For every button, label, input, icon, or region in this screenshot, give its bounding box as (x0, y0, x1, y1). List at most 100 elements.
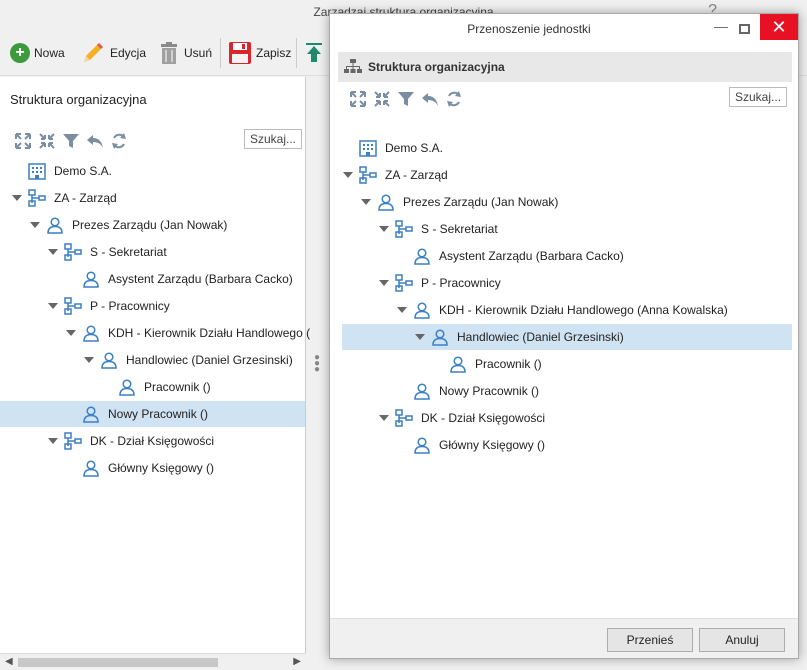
org-unit-icon (64, 297, 82, 315)
refresh-icon[interactable] (445, 90, 463, 108)
tree-node[interactable]: P - Pracownicy (342, 270, 792, 296)
expand-all-icon[interactable] (349, 90, 367, 108)
tree-node[interactable]: Pracownik () (342, 351, 792, 377)
tree-node-label: Asystent Zarządu (Barbara Cacko) (108, 272, 293, 286)
expand-arrow-icon[interactable] (361, 199, 371, 205)
expand-all-icon[interactable] (14, 132, 32, 150)
expand-arrow-icon[interactable] (84, 357, 94, 363)
tree-node[interactable]: Pracownik () (0, 374, 305, 400)
tree-node[interactable]: Demo S.A. (342, 135, 792, 161)
tree-node[interactable]: Handlowiec (Daniel Grzesinski) (0, 347, 305, 373)
person-icon (377, 193, 395, 211)
pencil-icon (84, 43, 103, 62)
new-button-label: Nowa (34, 46, 65, 60)
dialog-header: Struktura organizacyjna (338, 52, 792, 82)
save-button-label: Zapisz (256, 46, 292, 60)
collapse-all-icon[interactable] (373, 90, 391, 108)
org-unit-icon (64, 432, 82, 450)
expand-arrow-icon[interactable] (397, 307, 407, 313)
tree-node-label: S - Sekretariat (90, 245, 167, 259)
expand-arrow-icon[interactable] (30, 222, 40, 228)
undo-icon[interactable] (421, 90, 439, 108)
expand-arrow-icon[interactable] (48, 303, 58, 309)
tree-node[interactable]: ZA - Zarząd (342, 162, 792, 188)
org-unit-icon (359, 166, 377, 184)
tree-node[interactable]: Nowy Pracownik () (342, 378, 792, 404)
close-icon[interactable]: ✕ (760, 14, 798, 40)
tree-node[interactable]: ZA - Zarząd (0, 185, 305, 211)
tree-node[interactable]: Asystent Zarządu (Barbara Cacko) (0, 266, 305, 292)
expand-arrow-icon[interactable] (48, 249, 58, 255)
delete-button-label: Usuń (184, 46, 213, 60)
org-structure-panel: Struktura organizacyjna Szukaj... Demo S… (0, 77, 310, 670)
person-icon (82, 405, 100, 423)
tree-node-label: P - Pracownicy (90, 299, 170, 313)
floppy-icon (229, 42, 251, 64)
edit-button-label: Edycja (110, 46, 147, 60)
tree-node-label: Główny Księgowy () (108, 461, 215, 475)
tree-node[interactable]: DK - Dział Księgowości (0, 428, 305, 454)
search-button[interactable]: Szukaj... (244, 129, 303, 149)
tree-node-label: ZA - Zarząd (385, 168, 448, 182)
undo-icon[interactable] (86, 132, 104, 150)
tree-node-label: KDH - Kierownik Działu Handlowego (Anna … (439, 303, 728, 317)
panel-splitter[interactable]: ● ● ● (314, 353, 320, 375)
tree-node-label: Handlowiec (Daniel Grzesinski) (457, 330, 624, 344)
tree-node[interactable]: Prezes Zarządu (Jan Nowak) (342, 189, 792, 215)
tree-node[interactable]: Asystent Zarządu (Barbara Cacko) (342, 243, 792, 269)
maximize-icon[interactable] (739, 24, 750, 34)
tree-node[interactable]: KDH - Kierownik Działu Handlowego ( (0, 320, 310, 346)
horizontal-scrollbar[interactable]: ◀ ▶ (0, 653, 306, 670)
delete-button[interactable]: Usuń (158, 40, 212, 66)
expand-arrow-icon[interactable] (379, 226, 389, 232)
dialog-search-button[interactable]: Szukaj... (729, 87, 788, 107)
tree-node-label: Pracownik () (144, 380, 211, 394)
move-up-button[interactable] (304, 40, 324, 66)
filter-icon[interactable] (62, 132, 80, 150)
collapse-all-icon[interactable] (38, 132, 56, 150)
tree-node[interactable]: S - Sekretariat (342, 216, 792, 242)
dialog-footer: Przenieś Anuluj (330, 618, 798, 658)
tree-node[interactable]: Prezes Zarządu (Jan Nowak) (0, 212, 305, 238)
tree-node[interactable]: DK - Dział Księgowości (342, 405, 792, 431)
tree-node[interactable]: Handlowiec (Daniel Grzesinski) (342, 324, 792, 350)
scroll-right-icon[interactable]: ▶ (293, 656, 301, 667)
edit-button[interactable]: Edycja (80, 40, 146, 66)
cancel-button[interactable]: Anuluj (699, 628, 785, 652)
expand-arrow-icon[interactable] (66, 330, 76, 336)
tree-node[interactable]: KDH - Kierownik Działu Handlowego (Anna … (342, 297, 792, 323)
expand-arrow-icon[interactable] (415, 334, 425, 340)
tree-node[interactable]: Główny Księgowy () (342, 432, 792, 458)
person-icon (413, 301, 431, 319)
tree-node[interactable]: Główny Księgowy () (0, 455, 305, 481)
save-button[interactable]: Zapisz (228, 40, 291, 66)
scroll-left-icon[interactable]: ◀ (5, 656, 13, 667)
move-button[interactable]: Przenieś (607, 628, 693, 652)
new-button[interactable]: + Nowa (10, 40, 65, 66)
panel-title: Struktura organizacyjna (10, 92, 147, 107)
add-icon: + (10, 43, 30, 63)
tree-node-label: Główny Księgowy () (439, 438, 546, 452)
filter-icon[interactable] (397, 90, 415, 108)
expand-arrow-icon[interactable] (48, 438, 58, 444)
tree-node-label: S - Sekretariat (421, 222, 498, 236)
tree-node[interactable]: Nowy Pracownik () (0, 401, 305, 427)
building-icon (359, 139, 377, 157)
tree-node-label: Nowy Pracownik () (439, 384, 540, 398)
tree-node[interactable]: P - Pracownicy (0, 293, 305, 319)
expand-arrow-icon[interactable] (379, 415, 389, 421)
dialog-title: Przenoszenie jednostki (467, 22, 591, 36)
expand-arrow-icon[interactable] (379, 280, 389, 286)
tree-node[interactable]: Demo S.A. (0, 158, 305, 184)
org-unit-icon (64, 243, 82, 261)
toolbar-divider (296, 38, 297, 68)
org-unit-icon (395, 220, 413, 238)
expand-arrow-icon[interactable] (12, 195, 22, 201)
minimize-icon[interactable]: — (714, 18, 728, 34)
tree-node[interactable]: S - Sekretariat (0, 239, 305, 265)
expand-arrow-icon[interactable] (343, 172, 353, 178)
person-icon (82, 459, 100, 477)
scrollbar-thumb[interactable] (18, 658, 218, 667)
person-icon (82, 270, 100, 288)
refresh-icon[interactable] (110, 132, 128, 150)
